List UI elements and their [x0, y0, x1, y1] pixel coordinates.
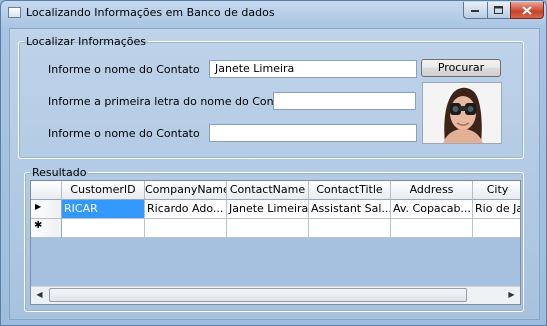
new-cell-companyname[interactable] — [145, 219, 227, 238]
column-header-customerid[interactable]: CustomerID — [62, 181, 145, 200]
grid-header-row: CustomerID CompanyName ContactName Conta… — [31, 181, 520, 200]
close-icon — [522, 5, 532, 15]
first-letter-input[interactable] — [273, 92, 416, 110]
column-header-city[interactable]: City — [473, 181, 520, 200]
new-row-asterisk-icon: ✱ — [34, 220, 43, 231]
new-cell-city[interactable] — [473, 219, 520, 238]
row-header-new[interactable]: ✱ — [31, 219, 62, 238]
results-group-legend: Resultado — [32, 166, 87, 179]
search-group-legend: Localizar Informações — [26, 35, 146, 48]
grid-corner-cell[interactable] — [31, 181, 62, 200]
cell-address[interactable]: Av. Copacab... — [391, 200, 473, 219]
contact-name-input-2[interactable] — [209, 124, 417, 142]
results-data-grid[interactable]: CustomerID CompanyName ContactName Conta… — [30, 180, 521, 305]
row-header-current[interactable]: ▶ — [31, 200, 62, 219]
window-app-icon — [8, 7, 21, 18]
woman-with-binoculars-image — [423, 83, 501, 143]
scroll-right-arrow-icon[interactable]: ▶ — [503, 287, 520, 303]
horizontal-scrollbar[interactable]: ◀ ▶ — [31, 286, 520, 304]
new-row[interactable]: ✱ — [31, 219, 520, 238]
table-row[interactable]: ▶ RICAR Ricardo Ado... Janete Limeira As… — [31, 200, 520, 219]
cell-customerid[interactable]: RICAR — [62, 200, 145, 219]
app-window: Localizando Informações em Banco de dado… — [0, 0, 547, 326]
maximize-button[interactable] — [487, 2, 511, 19]
minimize-icon — [471, 10, 479, 12]
new-cell-contacttitle[interactable] — [309, 219, 391, 238]
cell-city[interactable]: Rio de Ja — [473, 200, 520, 219]
cell-contactname[interactable]: Janete Limeira — [227, 200, 309, 219]
first-letter-label: Informe a primeira letra do nome do Cont… — [48, 95, 296, 108]
new-cell-customerid[interactable] — [62, 219, 145, 238]
minimize-button[interactable] — [463, 2, 488, 19]
current-row-arrow-icon: ▶ — [35, 202, 42, 211]
search-button[interactable]: Procurar — [421, 59, 501, 77]
scrollbar-thumb[interactable] — [49, 288, 467, 302]
contact-name-label: Informe o nome do Contato — [48, 63, 200, 76]
cell-contacttitle[interactable]: Assistant Sal... — [309, 200, 391, 219]
column-header-companyname[interactable]: CompanyName — [145, 181, 227, 200]
new-cell-contactname[interactable] — [227, 219, 309, 238]
column-header-address[interactable]: Address — [391, 181, 473, 200]
binoculars-photo — [422, 82, 502, 144]
scroll-left-arrow-icon[interactable]: ◀ — [31, 287, 48, 303]
title-bar[interactable]: Localizando Informações em Banco de dado… — [1, 1, 546, 25]
column-header-contactname[interactable]: ContactName — [227, 181, 309, 200]
close-button[interactable] — [510, 2, 544, 19]
contact-name-label-2: Informe o nome do Contato — [48, 127, 200, 140]
maximize-icon — [494, 5, 503, 14]
column-header-contacttitle[interactable]: ContactTitle — [309, 181, 391, 200]
cell-companyname[interactable]: Ricardo Ado... — [145, 200, 227, 219]
window-title: Localizando Informações em Banco de dado… — [26, 6, 275, 19]
new-cell-address[interactable] — [391, 219, 473, 238]
contact-name-input[interactable]: Janete Limeira — [209, 60, 417, 78]
